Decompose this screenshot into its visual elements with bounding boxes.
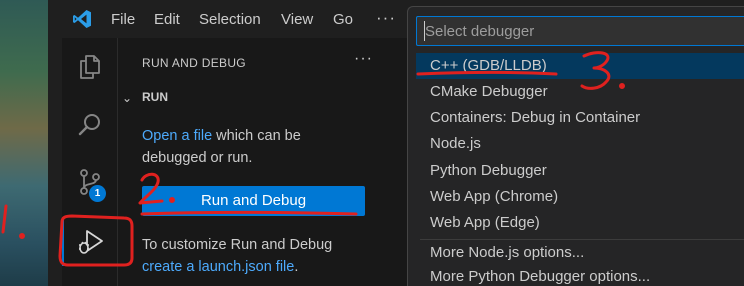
debugger-option-cmake[interactable]: CMake Debugger [416,79,744,105]
menu-go[interactable]: Go [333,11,353,28]
run-and-debug-button[interactable]: Run and Debug [142,186,365,216]
menu-more-button[interactable]: ··· [376,8,396,28]
explorer-icon[interactable] [76,53,104,81]
chevron-down-icon[interactable]: ⌄ [122,91,132,105]
sidebar-more-button[interactable]: ··· [354,50,373,68]
vscode-logo-icon [73,10,91,28]
more-nodejs-options[interactable]: More Node.js options... [416,240,744,266]
open-file-text: which can be [212,128,301,144]
open-file-link[interactable]: Open a file [142,128,212,144]
menu-edit[interactable]: Edit [154,11,180,28]
sidebar-title: RUN AND DEBUG [142,56,246,70]
debugger-option-nodejs[interactable]: Node.js [416,131,744,157]
create-launch-json-link[interactable]: create a launch.json file [142,259,294,275]
menu-selection[interactable]: Selection [199,11,261,28]
debugger-option-cpp[interactable]: C++ (GDB/LLDB) [416,53,744,79]
debugger-option-containers[interactable]: Containers: Debug in Container [416,105,744,131]
search-icon[interactable] [76,111,104,139]
desktop-background [0,0,62,286]
source-control-badge: 1 [89,185,106,202]
debugger-option-python[interactable]: Python Debugger [416,158,744,184]
menu-view[interactable]: View [281,11,313,28]
launch-paragraph: create a launch.json file. [142,256,298,278]
menu-file[interactable]: File [111,11,135,28]
customize-text: To customize Run and Debug [142,237,333,253]
launch-suffix: . [294,259,299,275]
open-file-paragraph: Open a file which can be [142,125,301,147]
debugger-option-chrome[interactable]: Web App (Chrome) [416,184,744,210]
debugger-search-field[interactable] [416,16,744,46]
active-indicator [62,220,64,266]
open-file-paragraph-line2: debugged or run. [142,150,253,166]
run-debug-icon[interactable] [76,228,104,256]
debugger-search-input[interactable] [417,17,744,45]
text-caret [424,21,425,41]
debugger-option-edge[interactable]: Web App (Edge) [416,210,744,236]
run-section-header[interactable]: RUN [142,90,168,104]
more-python-options[interactable]: More Python Debugger options... [416,264,744,286]
